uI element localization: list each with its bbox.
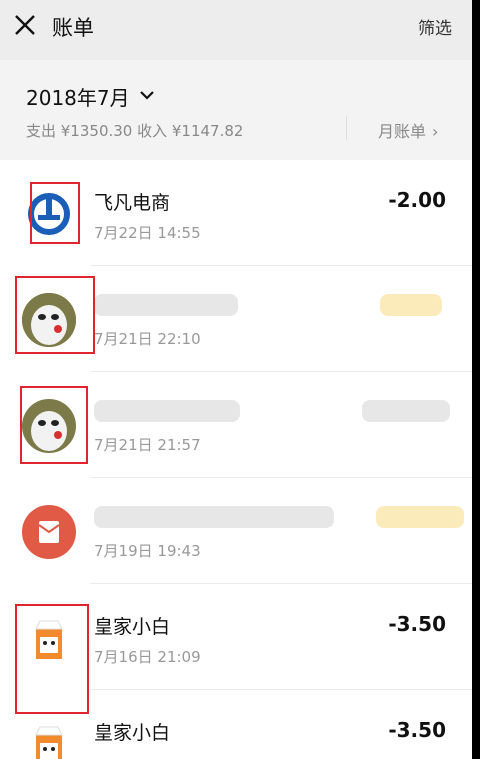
month-summary: 支出 ¥1350.30 收入 ¥1147.82 xyxy=(26,122,244,140)
blurred-amount xyxy=(362,400,450,422)
transaction-row[interactable]: 7月19日 19:43 xyxy=(0,478,472,584)
transaction-time: 7月21日 22:10 xyxy=(94,330,201,348)
transaction-amount: -3.50 xyxy=(388,612,446,636)
chevron-down-icon[interactable] xyxy=(140,90,154,100)
close-icon[interactable] xyxy=(12,12,38,38)
screen-edge xyxy=(472,0,480,759)
blurred-name xyxy=(94,400,240,422)
blurred-name xyxy=(94,294,238,316)
transaction-name: 飞凡电商 xyxy=(94,192,171,214)
transaction-time: 7月16日 21:09 xyxy=(94,648,201,666)
transaction-amount: -3.50 xyxy=(388,718,446,742)
milk-carton-icon xyxy=(22,717,76,759)
transaction-time: 7月21日 21:57 xyxy=(94,436,201,454)
chevron-right-icon: › xyxy=(432,122,439,141)
month-selector[interactable]: 2018年7月 xyxy=(26,82,130,111)
divider xyxy=(346,116,347,140)
blurred-name xyxy=(94,506,334,528)
month-header: 2018年7月 支出 ¥1350.30 收入 ¥1147.82 月账单 › xyxy=(0,60,472,160)
highlight-box xyxy=(30,182,80,244)
transaction-time: 7月19日 19:43 xyxy=(94,542,201,560)
top-bar: 账单 筛选 xyxy=(0,0,472,52)
transaction-name: 皇家小白 xyxy=(94,616,171,638)
highlight-box xyxy=(15,276,95,354)
filter-button[interactable]: 筛选 xyxy=(418,14,452,39)
transaction-name: 皇家小白 xyxy=(94,722,171,744)
red-packet-icon xyxy=(22,505,76,559)
monthly-bill-link[interactable]: 月账单 › xyxy=(378,118,438,142)
transaction-amount: -2.00 xyxy=(388,188,446,212)
highlight-box xyxy=(15,604,89,714)
transaction-time: 7月22日 14:55 xyxy=(94,224,201,242)
blurred-amount xyxy=(380,294,442,316)
blurred-amount xyxy=(376,506,464,528)
page-title: 账单 xyxy=(52,16,94,40)
monthly-bill-label: 月账单 xyxy=(378,122,427,141)
highlight-box xyxy=(20,386,88,464)
transaction-list: 飞凡电商 7月22日 14:55 -2.00 7月21日 22:10 7月21日… xyxy=(0,160,472,759)
